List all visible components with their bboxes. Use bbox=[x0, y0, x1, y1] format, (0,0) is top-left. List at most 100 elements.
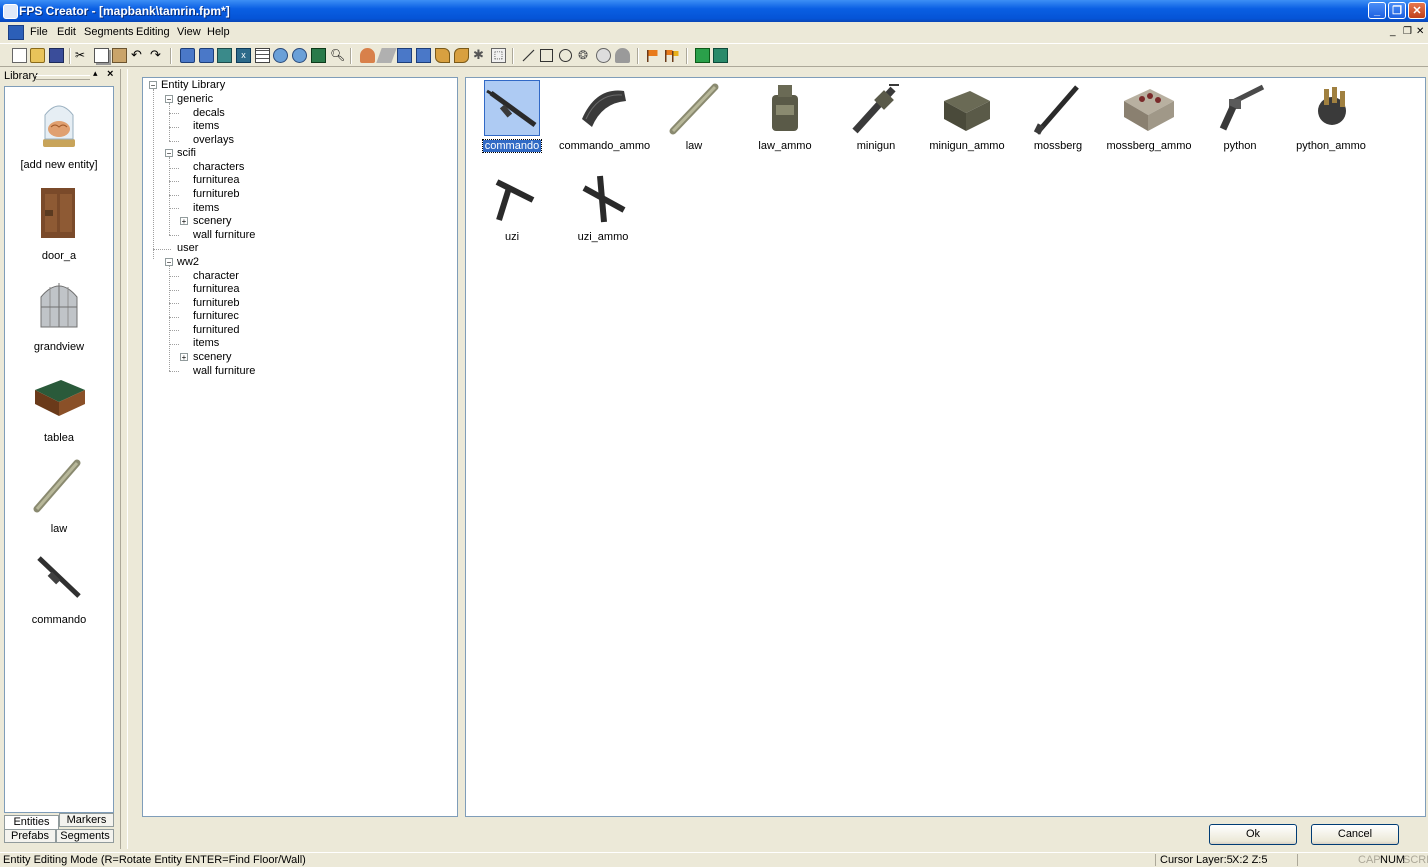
close-button[interactable]: ✕ bbox=[1408, 2, 1426, 19]
cut-icon[interactable]: ✂ bbox=[75, 48, 90, 63]
tree-node-items[interactable]: items bbox=[193, 337, 219, 349]
tab-prefabs[interactable]: Prefabs bbox=[4, 829, 56, 843]
entity-item-mossberg-ammo[interactable]: mossberg_ammo bbox=[1103, 81, 1195, 152]
entity-item-law[interactable]: law bbox=[648, 81, 740, 152]
minimize-button[interactable]: _ bbox=[1368, 2, 1386, 19]
library-item[interactable]: law bbox=[6, 459, 112, 535]
layer-up-icon[interactable] bbox=[180, 48, 195, 63]
tree-expander[interactable]: + bbox=[180, 217, 188, 226]
tree-node-wall-furniture[interactable]: wall furniture bbox=[193, 365, 255, 377]
tree-expander[interactable]: − bbox=[165, 149, 173, 158]
mdi-restore-button[interactable]: ❐ bbox=[1403, 26, 1412, 37]
entity-item-law-ammo[interactable]: law_ammo bbox=[739, 81, 831, 152]
circle-icon[interactable] bbox=[559, 49, 572, 62]
tree-root-expander[interactable]: − bbox=[149, 81, 157, 90]
tree-node-scenery[interactable]: scenery bbox=[193, 351, 232, 363]
zoom-in-icon[interactable] bbox=[273, 48, 288, 63]
paste-icon[interactable] bbox=[112, 48, 127, 63]
new-icon[interactable] bbox=[12, 48, 27, 63]
layer-down-icon[interactable] bbox=[199, 48, 214, 63]
app-icon[interactable] bbox=[3, 4, 18, 19]
entity-item-uzi[interactable]: uzi bbox=[466, 172, 558, 243]
pin-icon[interactable]: ▴ bbox=[93, 68, 98, 79]
picker-icon[interactable] bbox=[615, 48, 630, 63]
tree-node-user[interactable]: user bbox=[177, 242, 198, 254]
tree-node-scenery[interactable]: scenery bbox=[193, 215, 232, 227]
copy-icon[interactable] bbox=[94, 48, 109, 63]
menu-edit[interactable]: Edit bbox=[57, 26, 76, 38]
save-icon[interactable] bbox=[49, 48, 64, 63]
flag-icon[interactable] bbox=[645, 48, 660, 63]
tree-node-items[interactable]: items bbox=[193, 202, 219, 214]
rectangle-icon[interactable] bbox=[540, 49, 553, 62]
document-icon[interactable] bbox=[8, 25, 24, 40]
tree-node-ww2[interactable]: ww2 bbox=[177, 256, 199, 268]
mdi-close-button[interactable]: ✕ bbox=[1416, 26, 1424, 37]
tree-root[interactable]: Entity Library bbox=[161, 79, 225, 91]
tree-node-character[interactable]: character bbox=[193, 270, 239, 282]
tree-node-generic[interactable]: generic bbox=[177, 93, 213, 105]
library-item[interactable]: [add new entity] bbox=[6, 95, 112, 171]
map-icon[interactable] bbox=[311, 48, 326, 63]
magnifier-icon[interactable]: 🔍︎ bbox=[330, 48, 345, 63]
tree-node-furnitured[interactable]: furnitured bbox=[193, 324, 239, 336]
segment-pick-icon[interactable] bbox=[416, 48, 431, 63]
view-3d-icon[interactable] bbox=[217, 48, 232, 63]
tree-node-furnitureb[interactable]: furnitureb bbox=[193, 297, 239, 309]
close-icon[interactable]: × bbox=[107, 68, 113, 80]
tree-expander[interactable]: + bbox=[180, 353, 188, 362]
entity-item-minigun[interactable]: minigun bbox=[830, 81, 922, 152]
pick-icon[interactable]: ✱ bbox=[473, 48, 488, 63]
zoom-out-icon[interactable] bbox=[292, 48, 307, 63]
restore-button[interactable]: ❐ bbox=[1388, 2, 1406, 19]
pencil-icon[interactable] bbox=[454, 48, 469, 63]
tree-expander[interactable]: − bbox=[165, 95, 173, 104]
menu-view[interactable]: View bbox=[177, 26, 201, 38]
menu-file[interactable]: File bbox=[30, 26, 48, 38]
redo-icon[interactable]: ↷ bbox=[150, 48, 165, 63]
layers-icon[interactable] bbox=[255, 48, 270, 63]
grip-handle[interactable] bbox=[36, 75, 90, 80]
entity-item-mossberg[interactable]: mossberg bbox=[1012, 81, 1104, 152]
open-icon[interactable] bbox=[30, 48, 45, 63]
grid-icon[interactable]: x bbox=[236, 48, 251, 63]
ok-button[interactable]: Ok bbox=[1209, 824, 1297, 845]
library-item[interactable]: tablea bbox=[6, 368, 112, 444]
tree-node-furnitureb[interactable]: furnitureb bbox=[193, 188, 239, 200]
tree-node-furniturea[interactable]: furniturea bbox=[193, 283, 239, 295]
select-icon[interactable]: ⬚ bbox=[491, 48, 506, 63]
mdi-minimize-button[interactable]: _ bbox=[1390, 26, 1396, 37]
tree-node-furniturec[interactable]: furniturec bbox=[193, 310, 239, 322]
tree-node-decals[interactable]: decals bbox=[193, 107, 225, 119]
test-game-icon[interactable] bbox=[695, 48, 710, 63]
entity-item-commando-ammo[interactable]: commando_ammo bbox=[557, 81, 650, 152]
tab-segments[interactable]: Segments bbox=[56, 829, 114, 843]
eraser-icon[interactable] bbox=[376, 48, 397, 63]
entity-item-commando[interactable]: commando bbox=[466, 80, 558, 153]
cancel-button[interactable]: Cancel bbox=[1311, 824, 1399, 845]
tree-node-characters[interactable]: characters bbox=[193, 161, 244, 173]
tab-entities[interactable]: Entities bbox=[4, 815, 59, 829]
entity-item-python-ammo[interactable]: python_ammo bbox=[1285, 81, 1377, 152]
flags-icon[interactable] bbox=[664, 48, 679, 63]
library-item[interactable]: door_a bbox=[6, 186, 112, 262]
tree-node-overlays[interactable]: overlays bbox=[193, 134, 234, 146]
menu-segments[interactable]: Segments bbox=[84, 26, 134, 38]
panel-splitter[interactable] bbox=[120, 69, 128, 849]
brush-icon[interactable] bbox=[435, 48, 450, 63]
tree-node-furniturea[interactable]: furniturea bbox=[193, 174, 239, 186]
entity-item-minigun-ammo[interactable]: minigun_ammo bbox=[921, 81, 1013, 152]
tree-node-wall-furniture[interactable]: wall furniture bbox=[193, 229, 255, 241]
library-item[interactable]: commando bbox=[6, 550, 112, 626]
fill-icon[interactable]: ❂ bbox=[578, 48, 593, 63]
segment-paint-icon[interactable] bbox=[397, 48, 412, 63]
tree-node-scifi[interactable]: scifi bbox=[177, 147, 196, 159]
menu-help[interactable]: Help bbox=[207, 26, 230, 38]
paint-icon[interactable] bbox=[360, 48, 375, 63]
build-game-icon[interactable] bbox=[713, 48, 728, 63]
undo-icon[interactable]: ↶ bbox=[131, 48, 146, 63]
tab-markers[interactable]: Markers bbox=[59, 813, 114, 827]
tree-expander[interactable]: − bbox=[165, 258, 173, 267]
pick-segment-icon[interactable] bbox=[596, 48, 611, 63]
tree-node-items[interactable]: items bbox=[193, 120, 219, 132]
